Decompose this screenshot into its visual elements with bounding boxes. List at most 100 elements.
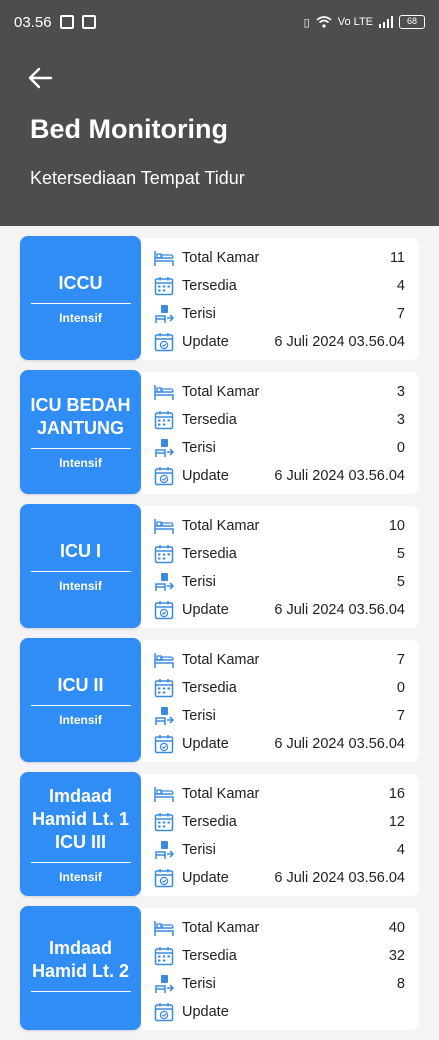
bed-info-panel: Total Kamar 40 Tersedia 32 Terisi 8 Upda…: [141, 908, 419, 1030]
unit-divider: [30, 302, 131, 304]
unit-type: Intensif: [59, 456, 102, 470]
update-value: 6 Juli 2024 03.56.04: [274, 468, 405, 484]
bed-info-panel: Total Kamar 7 Tersedia 0 Terisi 7 Update…: [141, 640, 419, 762]
update-row: Update 6 Juli 2024 03.56.04: [153, 864, 405, 892]
total-row: Total Kamar 3: [153, 378, 405, 406]
occupied-row: Terisi 5: [153, 568, 405, 596]
bed-transfer-icon: [155, 439, 175, 457]
update-value: 6 Juli 2024 03.56.04: [274, 736, 405, 752]
total-row: Total Kamar 7: [153, 646, 405, 674]
occupied-value: 5: [396, 574, 405, 590]
unit-name: ICU BEDAH JANTUNG: [30, 395, 131, 438]
available-row: Tersedia 3: [153, 406, 405, 434]
occupied-row: Terisi 7: [153, 702, 405, 730]
available-row: Tersedia 4: [153, 272, 405, 300]
bed-card[interactable]: Imdaad Hamid Lt. 1 ICU III Intensif Tota…: [0, 772, 439, 906]
calendar-check-icon: [154, 1003, 174, 1022]
available-value: 0: [396, 680, 405, 696]
arrow-left-icon: [28, 67, 53, 89]
unit-type: Intensif: [59, 578, 102, 593]
unit-tile: Imdaad Hamid Lt. 1 ICU III Intensif: [20, 772, 141, 896]
occupied-value: 0: [396, 440, 405, 456]
update-row: Update 6 Juli 2024 03.56.04: [153, 730, 405, 758]
total-value: 10: [388, 518, 405, 534]
calendar-icon: [154, 947, 174, 966]
update-value: 6 Juli 2024 03.56.04: [274, 602, 405, 618]
bed-icon: [154, 921, 174, 936]
calendar-icon: [154, 545, 174, 564]
total-row: Total Kamar 10: [153, 512, 405, 540]
occupied-value: 7: [396, 306, 405, 322]
unit-divider: [30, 991, 131, 992]
total-label: Total Kamar: [182, 384, 260, 400]
available-value: 3: [396, 412, 405, 428]
update-label: Update: [182, 334, 229, 350]
page-title: Bed Monitoring: [30, 114, 228, 144]
unit-name: ICCU: [58, 272, 103, 293]
app-header: 03.56 ▯ Vo LTE 68 Bed Monitoring Keterse…: [0, 0, 439, 226]
bed-card[interactable]: Imdaad Hamid Lt. 2 Total Kamar 40 Tersed…: [0, 906, 439, 1040]
total-value: 3: [396, 384, 405, 400]
unit-name: Imdaad Hamid Lt. 1 ICU III: [31, 785, 129, 852]
bed-icon: [154, 385, 174, 400]
unit-tile: ICU BEDAH JANTUNG Intensif: [20, 370, 141, 494]
calendar-icon: [154, 813, 174, 832]
update-value: 6 Juli 2024 03.56.04: [274, 334, 405, 350]
bed-transfer-icon: [155, 305, 175, 323]
occupied-label: Terisi: [182, 708, 216, 724]
update-label: Update: [182, 736, 229, 752]
back-button[interactable]: [24, 62, 56, 94]
status-bar: 03.56 ▯ Vo LTE 68: [0, 0, 439, 44]
occupied-value: 4: [396, 842, 405, 858]
calendar-icon: [154, 679, 174, 698]
update-label: Update: [182, 602, 229, 618]
bed-info-panel: Total Kamar 11 Tersedia 4 Terisi 7 Updat…: [141, 238, 419, 360]
available-value: 4: [396, 278, 405, 294]
available-label: Tersedia: [182, 814, 237, 830]
total-value: 7: [396, 652, 405, 668]
total-label: Total Kamar: [182, 786, 260, 802]
bed-card[interactable]: ICCU Intensif Total Kamar 11 Tersedia 4 …: [0, 236, 439, 370]
occupied-row: Terisi 4: [153, 836, 405, 864]
network-label: Vo LTE: [337, 16, 373, 28]
available-value: 32: [388, 948, 405, 964]
bed-info-panel: Total Kamar 3 Tersedia 3 Terisi 0 Update…: [141, 372, 419, 494]
bed-card[interactable]: ICU II Intensif Total Kamar 7 Tersedia 0…: [0, 638, 439, 772]
update-row: Update 6 Juli 2024 03.56.04: [153, 596, 405, 624]
bed-list[interactable]: ICCU Intensif Total Kamar 11 Tersedia 4 …: [0, 226, 439, 1030]
bed-card[interactable]: ICU I Intensif Total Kamar 10 Tersedia 5…: [0, 504, 439, 638]
calendar-check-icon: [154, 333, 174, 352]
unit-divider: [30, 704, 131, 706]
page-subtitle: Ketersediaan Tempat Tidur: [30, 168, 245, 188]
total-value: 16: [388, 786, 405, 802]
signal-icon: [379, 16, 393, 28]
available-row: Tersedia 32: [153, 942, 405, 970]
vibrate-icon: ▯: [303, 16, 310, 29]
bed-info-panel: Total Kamar 10 Tersedia 5 Terisi 5 Updat…: [141, 506, 419, 628]
unit-name: ICU I: [59, 540, 101, 561]
total-row: Total Kamar 16: [153, 780, 405, 808]
wifi-icon: [316, 16, 332, 28]
update-row: Update: [153, 998, 405, 1026]
unit-type: Intensif: [59, 712, 102, 727]
total-value: 40: [388, 920, 405, 936]
bed-info-panel: Total Kamar 16 Tersedia 12 Terisi 4 Upda…: [141, 774, 419, 896]
unit-tile: Imdaad Hamid Lt. 2: [20, 906, 141, 1030]
available-value: 5: [396, 546, 405, 562]
bed-card[interactable]: ICU BEDAH JANTUNG Intensif Total Kamar 3: [0, 370, 439, 504]
total-value: 11: [389, 250, 405, 266]
unit-type: Intensif: [59, 869, 102, 884]
update-label: Update: [182, 1004, 229, 1020]
occupied-label: Terisi: [182, 976, 216, 992]
bed-transfer-icon: [155, 841, 175, 859]
notification-icon: [59, 15, 74, 29]
available-label: Tersedia: [182, 948, 237, 964]
update-row: Update 6 Juli 2024 03.56.04: [153, 462, 405, 490]
bed-transfer-icon: [155, 707, 175, 725]
status-time: 03.56: [14, 13, 52, 31]
calendar-check-icon: [154, 601, 174, 620]
available-value: 12: [388, 814, 405, 830]
total-label: Total Kamar: [182, 652, 260, 668]
occupied-row: Terisi 8: [153, 970, 405, 998]
bed-icon: [154, 653, 174, 668]
